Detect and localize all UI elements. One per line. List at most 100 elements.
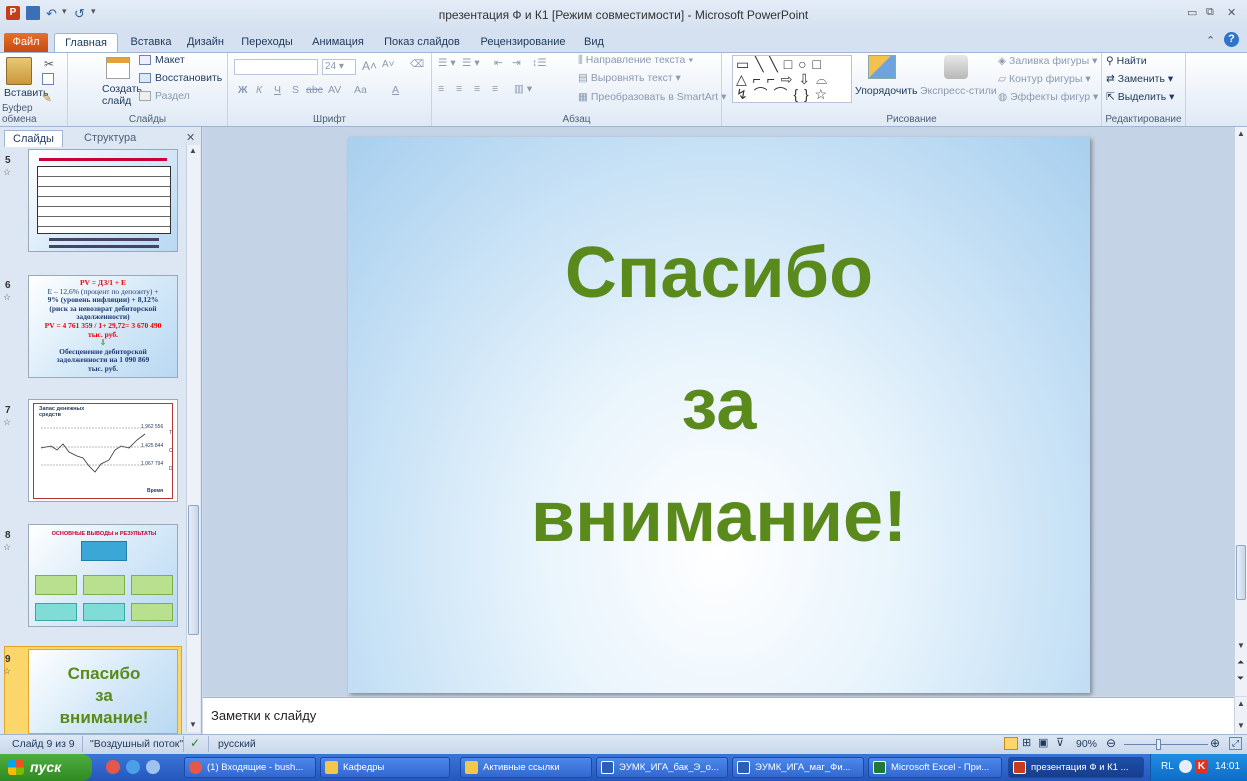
tab-animation[interactable]: Анимация bbox=[308, 33, 368, 52]
zoom-slider-thumb[interactable] bbox=[1156, 739, 1161, 750]
zoom-level[interactable]: 90% bbox=[1076, 738, 1097, 750]
slide-thumbnail-9[interactable]: Спасибо за внимание! bbox=[28, 649, 178, 734]
tab-view[interactable]: Вид bbox=[580, 33, 608, 52]
replace-button[interactable]: ⇄ Заменить ▾ bbox=[1106, 73, 1173, 85]
grow-font-icon[interactable]: A˄ bbox=[362, 59, 377, 73]
slide-thumbnail-6[interactable]: PV = ДЗ/1 + E E – 12,6% (процент по депо… bbox=[28, 275, 178, 378]
tab-home[interactable]: Главная bbox=[54, 33, 118, 52]
zoom-out-icon[interactable]: ⊖ bbox=[1106, 736, 1116, 750]
scroll-thumb[interactable] bbox=[1236, 545, 1246, 600]
align-center-icon[interactable]: ≡ bbox=[456, 83, 462, 95]
scroll-up-icon[interactable]: ▲ bbox=[189, 146, 197, 155]
fit-to-window-icon[interactable]: ⤢ bbox=[1229, 737, 1242, 750]
close-pane-icon[interactable]: ✕ bbox=[186, 131, 195, 144]
new-slide-button[interactable]: Создать слайд bbox=[102, 83, 142, 107]
scroll-thumb[interactable] bbox=[188, 505, 199, 635]
arrange-icon[interactable] bbox=[868, 55, 896, 79]
help-icon[interactable]: ? bbox=[1224, 32, 1239, 47]
tab-file[interactable]: Файл bbox=[4, 33, 48, 52]
ie-quicklaunch-icon[interactable] bbox=[126, 760, 140, 774]
slide-text-line[interactable]: внимание! bbox=[348, 481, 1090, 553]
slides-pane-scrollbar[interactable]: ▲ ▼ bbox=[186, 145, 200, 732]
increase-indent-icon[interactable]: ⇥ bbox=[512, 57, 521, 69]
language[interactable]: русский bbox=[218, 738, 256, 750]
theme-name[interactable]: "Воздушный поток" bbox=[90, 738, 183, 750]
copy-icon[interactable] bbox=[42, 73, 54, 85]
collapse-ribbon-icon[interactable]: ⌃ bbox=[1206, 34, 1215, 47]
char-spacing-button[interactable]: AV bbox=[328, 84, 341, 96]
next-slide-icon[interactable]: ⏷ bbox=[1237, 673, 1244, 684]
tab-outline[interactable]: Структура bbox=[76, 130, 144, 147]
taskbar-item[interactable]: ЭУМК_ИГА_бак_Э_о... bbox=[596, 757, 728, 778]
quick-styles-icon[interactable] bbox=[944, 55, 968, 79]
slide-thumbnail-5[interactable] bbox=[28, 149, 178, 252]
find-button[interactable]: ⚲ Найти bbox=[1106, 55, 1147, 67]
bullets-icon[interactable]: ☰ ▾ bbox=[438, 57, 456, 69]
new-slide-icon[interactable] bbox=[106, 57, 130, 79]
normal-view-icon[interactable] bbox=[1004, 737, 1018, 750]
tab-slideshow[interactable]: Показ слайдов bbox=[378, 33, 466, 52]
slide-counter[interactable]: Слайд 9 из 9 bbox=[12, 738, 75, 750]
bold-button[interactable]: Ж bbox=[238, 84, 248, 96]
clock[interactable]: 14:01 bbox=[1215, 761, 1240, 772]
previous-slide-icon[interactable]: ⏶ bbox=[1237, 657, 1244, 668]
tray-icon[interactable] bbox=[1179, 760, 1192, 773]
slide-scrollbar[interactable]: ▲ ▼ ⏶ ⏷ bbox=[1234, 127, 1247, 696]
slideshow-icon[interactable]: ⊽ bbox=[1056, 736, 1064, 749]
slide-sorter-icon[interactable]: ⊞ bbox=[1022, 736, 1031, 749]
shape-fill-button[interactable]: ◈ Заливка фигуры ▾ bbox=[998, 55, 1097, 67]
slide-text-line[interactable]: за bbox=[348, 369, 1090, 441]
text-direction-button[interactable]: ⫼ Направление текста ▾ bbox=[578, 54, 693, 67]
change-case-button[interactable]: Aa bbox=[354, 84, 367, 96]
scroll-down-icon[interactable]: ▼ bbox=[189, 720, 197, 729]
tab-transitions[interactable]: Переходы bbox=[238, 33, 296, 52]
reset-button[interactable]: Восстановить bbox=[155, 72, 222, 84]
scroll-down-icon[interactable]: ▼ bbox=[1237, 641, 1245, 650]
slide-thumbnail-8[interactable]: ОСНОВНЫЕ ВЫВОДЫ и РЕЗУЛЬТАТЫ bbox=[28, 524, 178, 627]
spellcheck-icon[interactable]: ✓ bbox=[190, 736, 200, 750]
align-text-button[interactable]: ▤ Выровнять текст ▾ bbox=[578, 72, 681, 84]
zoom-in-icon[interactable]: ⊕ bbox=[1210, 736, 1220, 750]
close-icon[interactable]: ✕ bbox=[1227, 6, 1236, 22]
antivirus-icon[interactable]: K bbox=[1195, 760, 1208, 773]
slide-thumbnail-7[interactable]: Запас денежных средств 1 962 556 1 425 8… bbox=[28, 399, 178, 502]
shrink-font-icon[interactable]: A˅ bbox=[382, 59, 395, 70]
italic-button[interactable]: К bbox=[256, 84, 262, 96]
reading-view-icon[interactable]: ▣ bbox=[1038, 736, 1048, 749]
decrease-indent-icon[interactable]: ⇤ bbox=[494, 57, 503, 69]
smartart-button[interactable]: ▦ Преобразовать в SmartArt ▾ bbox=[578, 91, 726, 103]
shadow-button[interactable]: S bbox=[292, 84, 299, 96]
shape-effects-button[interactable]: ◍ Эффекты фигур ▾ bbox=[998, 91, 1098, 103]
zoom-slider[interactable] bbox=[1124, 744, 1208, 745]
taskbar-item[interactable]: ЭУМК_ИГА_маг_Фи... bbox=[732, 757, 864, 778]
minimize-icon[interactable]: ▭ bbox=[1187, 6, 1197, 22]
scroll-up-icon[interactable]: ▲ bbox=[1237, 699, 1245, 708]
taskbar-item[interactable]: Microsoft Excel - При... bbox=[868, 757, 1002, 778]
scroll-up-icon[interactable]: ▲ bbox=[1237, 129, 1245, 138]
arrange-button[interactable]: Упорядочить bbox=[855, 85, 917, 97]
font-name-combo[interactable] bbox=[234, 59, 318, 75]
slide-text-line[interactable]: Спасибо bbox=[348, 237, 1090, 309]
quick-styles-button[interactable]: Экспресс-стили bbox=[920, 85, 997, 97]
underline-button[interactable]: Ч bbox=[274, 84, 281, 96]
select-button[interactable]: ⇱ Выделить ▾ bbox=[1106, 91, 1174, 103]
browser-quicklaunch-icon[interactable] bbox=[146, 760, 160, 774]
notes-scrollbar[interactable]: ▲ ▼ bbox=[1234, 697, 1247, 734]
tab-slides[interactable]: Слайды bbox=[4, 130, 63, 147]
taskbar-item[interactable]: Активные ссылки bbox=[460, 757, 592, 778]
justify-icon[interactable]: ≡ bbox=[492, 83, 498, 95]
tab-review[interactable]: Рецензирование bbox=[474, 33, 572, 52]
shape-outline-button[interactable]: ▱ Контур фигуры ▾ bbox=[998, 73, 1091, 85]
taskbar-item[interactable]: Кафедры bbox=[320, 757, 450, 778]
align-right-icon[interactable]: ≡ bbox=[474, 83, 480, 95]
line-spacing-icon[interactable]: ↕☰ bbox=[532, 57, 547, 69]
clear-format-icon[interactable]: ⌫ bbox=[410, 59, 424, 70]
start-button[interactable]: пуск bbox=[0, 754, 92, 781]
taskbar-item[interactable]: (1) Входящие - bush... bbox=[184, 757, 316, 778]
font-color-button[interactable]: A bbox=[392, 84, 399, 96]
layout-button[interactable]: Макет bbox=[155, 54, 185, 66]
cut-icon[interactable]: ✂ bbox=[44, 57, 54, 71]
shapes-gallery[interactable]: ▭ ╲ ╲ □ ○ □ △ ⌐ ⌐ ⇨ ⇩ ⌓ ↯ ⌒ ⌒ { } ☆ bbox=[732, 55, 852, 103]
keyboard-layout[interactable]: RL bbox=[1161, 761, 1174, 772]
numbering-icon[interactable]: ☰ ▾ bbox=[462, 57, 480, 69]
